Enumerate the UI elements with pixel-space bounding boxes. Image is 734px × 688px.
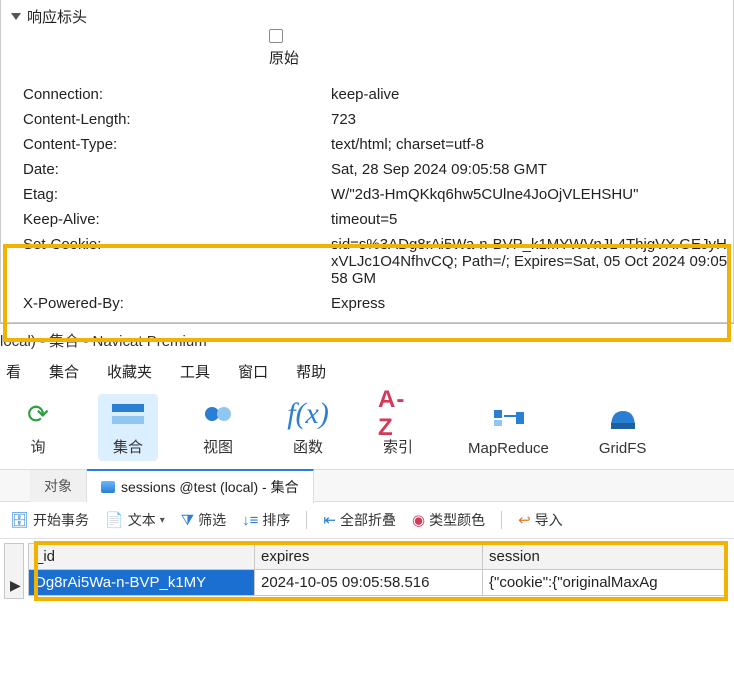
header-key: Content-Type: (1, 136, 331, 153)
db-icon: 🗄 (10, 511, 29, 529)
header-key: Etag: (1, 186, 331, 203)
cell-session[interactable]: {"cookie":{"originalMaxAg (483, 570, 725, 596)
header-row: Content-Type:text/html; charset=utf-8 (1, 132, 733, 157)
header-row: Content-Length:723 (1, 107, 733, 132)
toolbar: ⟳ 询 集合 视图 f(x) 函数 A-Z 索引 MapReduc (0, 388, 734, 470)
cell-id[interactable]: Dg8rAi5Wa-n-BVP_k1MY (29, 570, 255, 596)
menu-collection[interactable]: 集合 (49, 361, 79, 382)
header-row: Connection:keep-alive (1, 82, 733, 107)
header-key: X-Powered-By: (1, 295, 331, 312)
header-row: Keep-Alive:timeout=5 (1, 207, 733, 232)
section-label: 响应标头 (27, 6, 87, 27)
header-key: Connection: (1, 86, 331, 103)
toolbar-label: MapReduce (468, 440, 549, 457)
function-icon: f(x) (288, 398, 328, 430)
action-type-color[interactable]: ◉类型颜色 (412, 510, 485, 530)
menu-tools[interactable]: 工具 (180, 361, 210, 382)
menu-help[interactable]: 帮助 (296, 361, 326, 382)
col-session[interactable]: session (483, 544, 725, 570)
text-icon: 📄 (105, 511, 124, 529)
header-value: W/"2d3-HmQKkq6hw5CUlne4JoOjVLEHSHU" (331, 186, 733, 203)
toolbar-label: 集合 (113, 436, 143, 457)
raw-label: 原始 (269, 47, 299, 68)
header-key: Keep-Alive: (1, 211, 331, 228)
tab-objects[interactable]: 对象 (30, 470, 87, 502)
toolbar-collection[interactable]: 集合 (98, 394, 158, 461)
view-icon (198, 398, 238, 430)
header-key: Date: (1, 161, 331, 178)
toolbar-mapreduce[interactable]: MapReduce (458, 398, 559, 461)
col-expires[interactable]: expires (255, 544, 483, 570)
menu-window[interactable]: 窗口 (238, 361, 268, 382)
toolbar-view[interactable]: 视图 (188, 394, 248, 461)
action-import[interactable]: ↩导入 (518, 510, 563, 530)
header-value: 723 (331, 111, 733, 128)
separator (501, 511, 502, 529)
import-icon: ↩ (518, 511, 531, 529)
row-pointer-icon: ▶ (10, 577, 21, 594)
color-icon: ◉ (412, 511, 425, 529)
response-headers-title[interactable]: 响应标头 (11, 6, 723, 27)
refresh-icon: ⟳ (18, 398, 58, 430)
action-sort[interactable]: ↓≡排序 (242, 510, 290, 530)
header-row: X-Powered-By:Express (1, 291, 733, 316)
header-value: timeout=5 (331, 211, 733, 228)
action-filter[interactable]: ⧩筛选 (181, 510, 226, 530)
collapse-icon: ⇤ (323, 511, 336, 529)
toolbar-function[interactable]: f(x) 函数 (278, 394, 338, 461)
header-key: Content-Length: (1, 111, 331, 128)
action-collapse-all[interactable]: ⇤全部折叠 (323, 510, 396, 530)
navicat-window: local) - 集合 - Navicat Premium 看 集合 收藏夹 工… (0, 323, 734, 596)
index-icon: A-Z (378, 398, 418, 430)
header-value: Sat, 28 Sep 2024 09:05:58 GMT (331, 161, 733, 178)
header-value: text/html; charset=utf-8 (331, 136, 733, 153)
action-bar: 🗄开始事务 📄文本▾ ⧩筛选 ↓≡排序 ⇤全部折叠 ◉类型颜色 ↩导入 (0, 502, 734, 539)
cell-expires[interactable]: 2024-10-05 09:05:58.516 (255, 570, 483, 596)
header-value: keep-alive (331, 86, 733, 103)
toolbar-label: GridFS (599, 440, 647, 457)
disclosure-triangle-icon[interactable] (11, 13, 21, 20)
header-row: Date:Sat, 28 Sep 2024 09:05:58 GMT (1, 157, 733, 182)
header-key: Set-Cookie: (1, 236, 331, 253)
collection-icon (101, 481, 115, 493)
headers-list: Connection:keep-alive Content-Length:723… (1, 78, 733, 322)
toolbar-label: 函数 (293, 436, 323, 457)
action-text[interactable]: 📄文本▾ (105, 510, 165, 530)
filter-icon: ⧩ (181, 512, 194, 529)
tab-sessions[interactable]: sessions @test (local) - 集合 (87, 469, 314, 503)
tab-bar: 对象 sessions @test (local) - 集合 (0, 470, 734, 502)
header-row-set-cookie: Set-Cookie:sid=s%3ADg8rAi5Wa-n-BVP_k1MYW… (1, 232, 733, 291)
data-grid: ▶ _id expires session Dg8rAi5Wa-n-BVP_k1… (28, 543, 726, 596)
toolbar-label: 索引 (383, 436, 413, 457)
gridfs-icon (603, 402, 643, 434)
raw-checkbox[interactable] (269, 29, 283, 43)
window-title: local) - 集合 - Navicat Premium (0, 324, 734, 357)
header-value: Express (331, 295, 733, 312)
action-start-tx[interactable]: 🗄开始事务 (10, 510, 89, 530)
menu-bar: 看 集合 收藏夹 工具 窗口 帮助 (0, 357, 734, 388)
menu-view[interactable]: 看 (6, 361, 21, 382)
toolbar-index[interactable]: A-Z 索引 (368, 394, 428, 461)
separator (306, 511, 307, 529)
response-headers-panel: 响应标头 原始 Connection:keep-alive Content-Le… (0, 0, 734, 323)
toolbar-label: 视图 (203, 436, 233, 457)
menu-favorites[interactable]: 收藏夹 (107, 361, 152, 382)
header-row: Etag:W/"2d3-HmQKkq6hw5CUlne4JoOjVLEHSHU" (1, 182, 733, 207)
collection-icon (108, 398, 148, 430)
sort-icon: ↓≡ (242, 512, 258, 529)
header-value: sid=s%3ADg8rAi5Wa-n-BVP_k1MYWVnJL4ThjgVX… (331, 236, 733, 287)
mapreduce-icon (488, 402, 528, 434)
col-id[interactable]: _id (29, 544, 255, 570)
tab-label: sessions @test (local) - 集合 (121, 477, 299, 497)
chevron-down-icon: ▾ (160, 515, 165, 526)
toolbar-label: 询 (30, 436, 45, 457)
table-row[interactable]: Dg8rAi5Wa-n-BVP_k1MY 2024-10-05 09:05:58… (29, 570, 725, 596)
toolbar-refresh[interactable]: ⟳ 询 (8, 394, 68, 461)
toolbar-gridfs[interactable]: GridFS (589, 398, 657, 461)
grid-header-row: _id expires session (29, 544, 725, 570)
